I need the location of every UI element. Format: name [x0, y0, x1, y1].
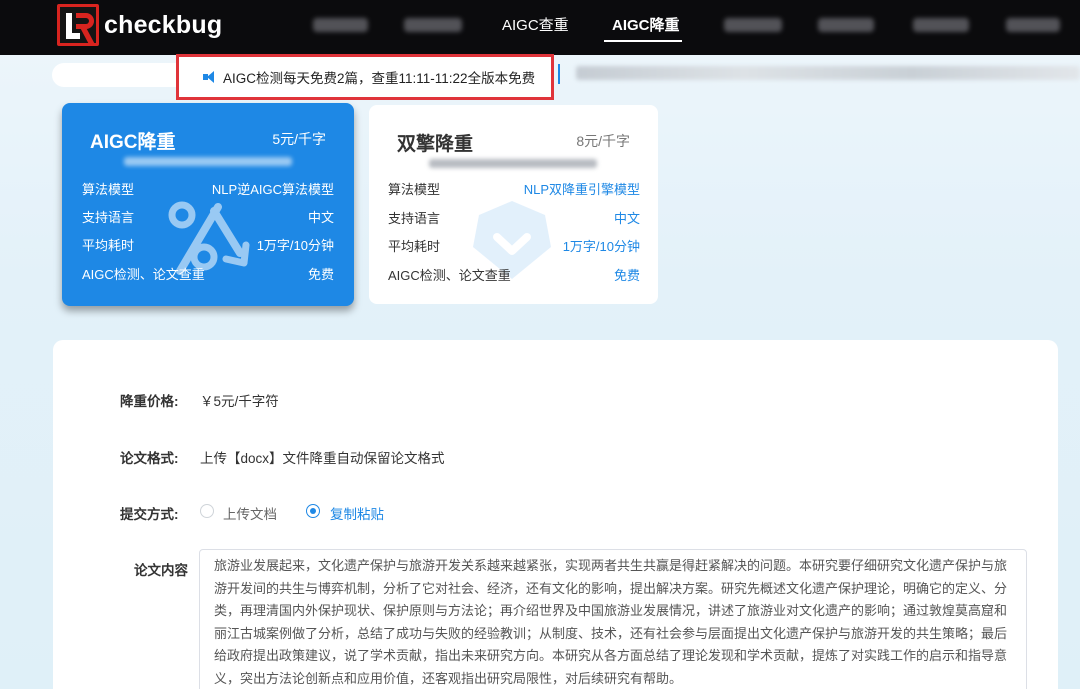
plan-price: 8元/千字 [576, 133, 630, 149]
plan-row-label: 平均耗时 [82, 238, 135, 253]
plan-row: 平均耗时 1万字/10分钟 [388, 236, 640, 255]
plan-row: 算法模型 NLP双降重引擎模型 [388, 179, 640, 198]
radio-copy-paste[interactable] [306, 504, 320, 518]
plan-row-label: 平均耗时 [388, 239, 441, 254]
radio-upload-document-label[interactable]: 上传文档 [223, 503, 277, 523]
plan-row-value: NLP逆AIGC算法模型 [211, 182, 334, 197]
nav-item-aigc-check[interactable]: AIGC查重 [502, 14, 569, 35]
format-label: 论文格式: [120, 451, 179, 466]
nav-item-blurred[interactable] [313, 18, 368, 32]
plan-card-dual-engine[interactable]: 双擎降重 8元/千字 算法模型 NLP双降重引擎模型 支持语言 中文 平均耗时 … [369, 105, 658, 304]
plan-row: 支持语言 中文 [82, 207, 334, 226]
nav-item-blurred[interactable] [818, 18, 874, 32]
nav-item-blurred[interactable] [913, 18, 969, 32]
plan-row-label: 支持语言 [82, 210, 135, 225]
plan-row-value: 1万字/10分钟 [562, 239, 640, 254]
announcement-text: AIGC检测每天免费2篇，查重11:11-11:22全版本免费 [223, 71, 536, 86]
announcement-bar [52, 63, 182, 87]
plan-row: AIGC检测、论文查重 免费 [82, 264, 334, 283]
price-label: 降重价格: [120, 394, 179, 409]
plan-title: 双擎降重 [397, 134, 474, 155]
plan-title: AIGC降重 [90, 132, 176, 153]
announcement-divider [558, 64, 560, 84]
nav-item-blurred[interactable] [1006, 18, 1060, 32]
plan-row-value: 1万字/10分钟 [256, 238, 334, 253]
plan-price: 5元/千字 [272, 131, 326, 147]
plan-row: 平均耗时 1万字/10分钟 [82, 235, 334, 254]
speaker-icon [203, 71, 217, 83]
plan-row: 支持语言 中文 [388, 208, 640, 227]
announcement-box: AIGC检测每天免费2篇，查重11:11-11:22全版本免费 [176, 54, 554, 100]
plan-row-label: AIGC检测、论文查重 [82, 267, 205, 282]
logo-text: checkbug [104, 10, 223, 39]
plan-subtitle-blurred [429, 159, 597, 168]
plan-row-value: 中文 [307, 210, 334, 225]
announcement-scroll-blurred [576, 66, 1080, 80]
nav-item-aigc-reduce[interactable]: AIGC降重 [612, 14, 680, 35]
nav-item-blurred[interactable] [724, 18, 782, 32]
logo-mark-icon [57, 4, 99, 46]
radio-upload-document[interactable] [200, 504, 214, 518]
plan-row-label: 支持语言 [388, 211, 441, 226]
format-value: 上传【docx】文件降重自动保留论文格式 [200, 451, 445, 466]
top-nav: checkbug AIGC查重 AIGC降重 [0, 0, 1080, 55]
logo[interactable]: checkbug [57, 4, 222, 46]
plan-row-label: 算法模型 [388, 182, 441, 197]
plan-row-value: NLP双降重引擎模型 [523, 182, 640, 197]
submit-method-label: 提交方式: [120, 507, 179, 522]
plan-card-aigc-reduce[interactable]: AIGC降重 5元/千字 算法模型 NLP逆AIGC算法模型 支持语言 中文 平… [62, 103, 354, 306]
content-label: 论文内容 [134, 563, 188, 578]
radio-copy-paste-label[interactable]: 复制粘贴 [330, 503, 384, 523]
plan-row-value: 免费 [613, 268, 640, 283]
plan-subtitle-blurred [124, 157, 292, 166]
plan-row-value: 免费 [307, 267, 334, 282]
price-value: ￥5元/千字符 [200, 394, 279, 409]
plan-row: 算法模型 NLP逆AIGC算法模型 [82, 179, 334, 198]
paper-content-textarea[interactable]: 旅游业发展起来，文化遗产保护与旅游开发关系越来越紧张，实现两者共生共赢是得赶紧解… [199, 549, 1027, 689]
plan-row-label: AIGC检测、论文查重 [388, 268, 511, 283]
plan-row: AIGC检测、论文查重 免费 [388, 265, 640, 284]
plan-row-value: 中文 [613, 211, 640, 226]
nav-item-blurred[interactable] [404, 18, 462, 32]
nav-active-indicator [604, 40, 682, 42]
plan-row-label: 算法模型 [82, 182, 135, 197]
